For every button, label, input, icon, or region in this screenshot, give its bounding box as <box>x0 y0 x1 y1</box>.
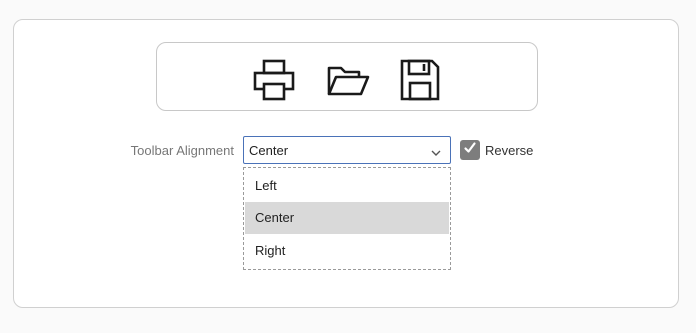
option-left[interactable]: Left <box>245 170 449 202</box>
toolbar-alignment-label: Toolbar Alignment <box>130 143 234 158</box>
checkmark-icon <box>463 141 477 160</box>
option-center[interactable]: Center <box>245 202 449 234</box>
printer-icon <box>252 58 296 102</box>
chevron-down-icon <box>430 145 442 163</box>
toolbar <box>156 42 538 111</box>
toolbar-alignment-select[interactable]: Center <box>243 136 451 164</box>
option-right[interactable]: Right <box>245 235 449 267</box>
selected-value: Center <box>249 143 289 158</box>
print-button[interactable] <box>250 57 298 103</box>
reverse-checkbox[interactable]: Reverse <box>460 140 533 160</box>
floppy-disk-icon <box>399 58 441 102</box>
alignment-dropdown-list: Left Center Right <box>243 167 451 270</box>
save-button[interactable] <box>396 57 444 103</box>
open-button[interactable] <box>324 57 372 103</box>
reverse-label: Reverse <box>485 142 534 158</box>
checkbox-box[interactable] <box>460 140 480 160</box>
folder-open-icon <box>326 62 370 98</box>
